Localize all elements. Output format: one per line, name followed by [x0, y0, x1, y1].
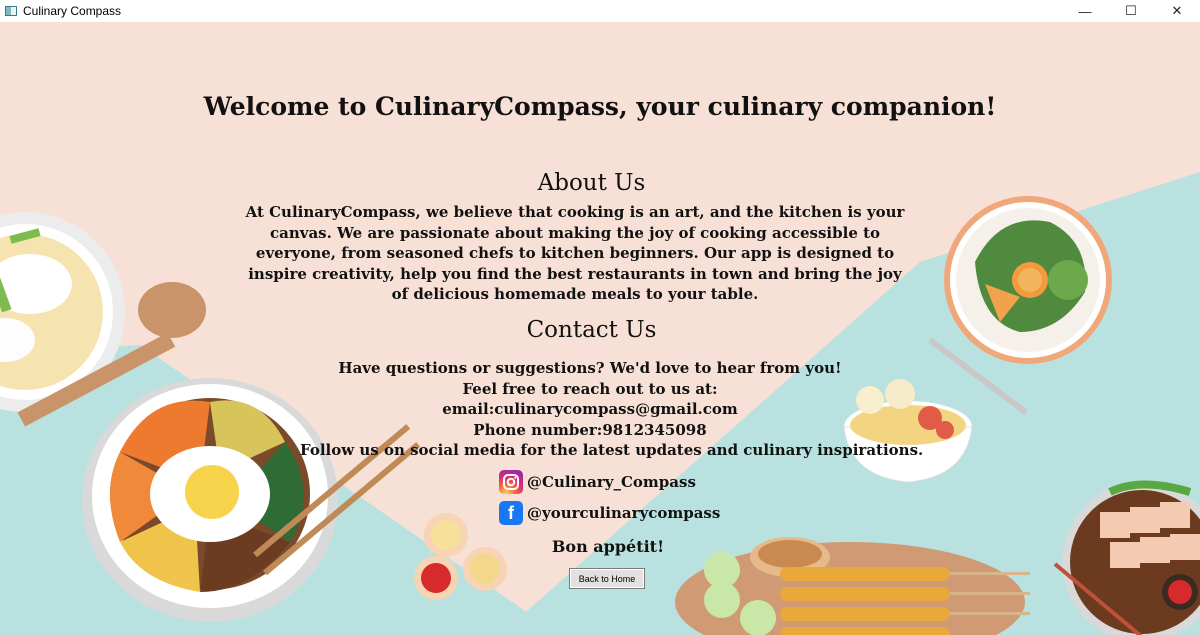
app-icon: [5, 6, 17, 16]
facebook-handle: @yourculinarycompass: [527, 504, 721, 522]
close-button[interactable]: ✕: [1154, 0, 1200, 22]
about-page: Welcome to CulinaryCompass, your culinar…: [0, 22, 1200, 635]
contact-email: email:culinarycompass@gmail.com: [442, 400, 738, 419]
about-us-heading: About Us: [537, 170, 646, 196]
window-title: Culinary Compass: [23, 4, 122, 18]
contact-intro: Have questions or suggestions? We'd love…: [338, 359, 842, 398]
about-us-text: At CulinaryCompass, we believe that cook…: [245, 203, 905, 304]
title-bar: Culinary Compass — ☐ ✕: [0, 0, 1200, 22]
contact-us-heading: Contact Us: [526, 317, 657, 343]
facebook-link[interactable]: f @yourculinarycompass: [499, 501, 720, 525]
minimize-button[interactable]: —: [1062, 0, 1108, 22]
instagram-link[interactable]: @Culinary_Compass: [499, 470, 696, 494]
maximize-button[interactable]: ☐: [1108, 0, 1154, 22]
page-text: Welcome to CulinaryCompass, your culinar…: [0, 22, 1200, 635]
instagram-handle: @Culinary_Compass: [527, 473, 696, 491]
instagram-icon: [499, 470, 523, 494]
contact-us-text: Have questions or suggestions? We'd love…: [300, 358, 924, 461]
follow-text: Follow us on social media for the latest…: [300, 441, 924, 460]
welcome-heading: Welcome to CulinaryCompass, your culinar…: [203, 92, 997, 121]
contact-phone: Phone number:9812345098: [473, 420, 707, 439]
app-window: Culinary Compass — ☐ ✕ Welcome to Culina…: [0, 0, 1200, 635]
facebook-icon: f: [499, 501, 523, 525]
back-to-home-button[interactable]: Back to Home: [569, 568, 645, 589]
bon-appetit-text: Bon appétit!: [551, 537, 665, 556]
